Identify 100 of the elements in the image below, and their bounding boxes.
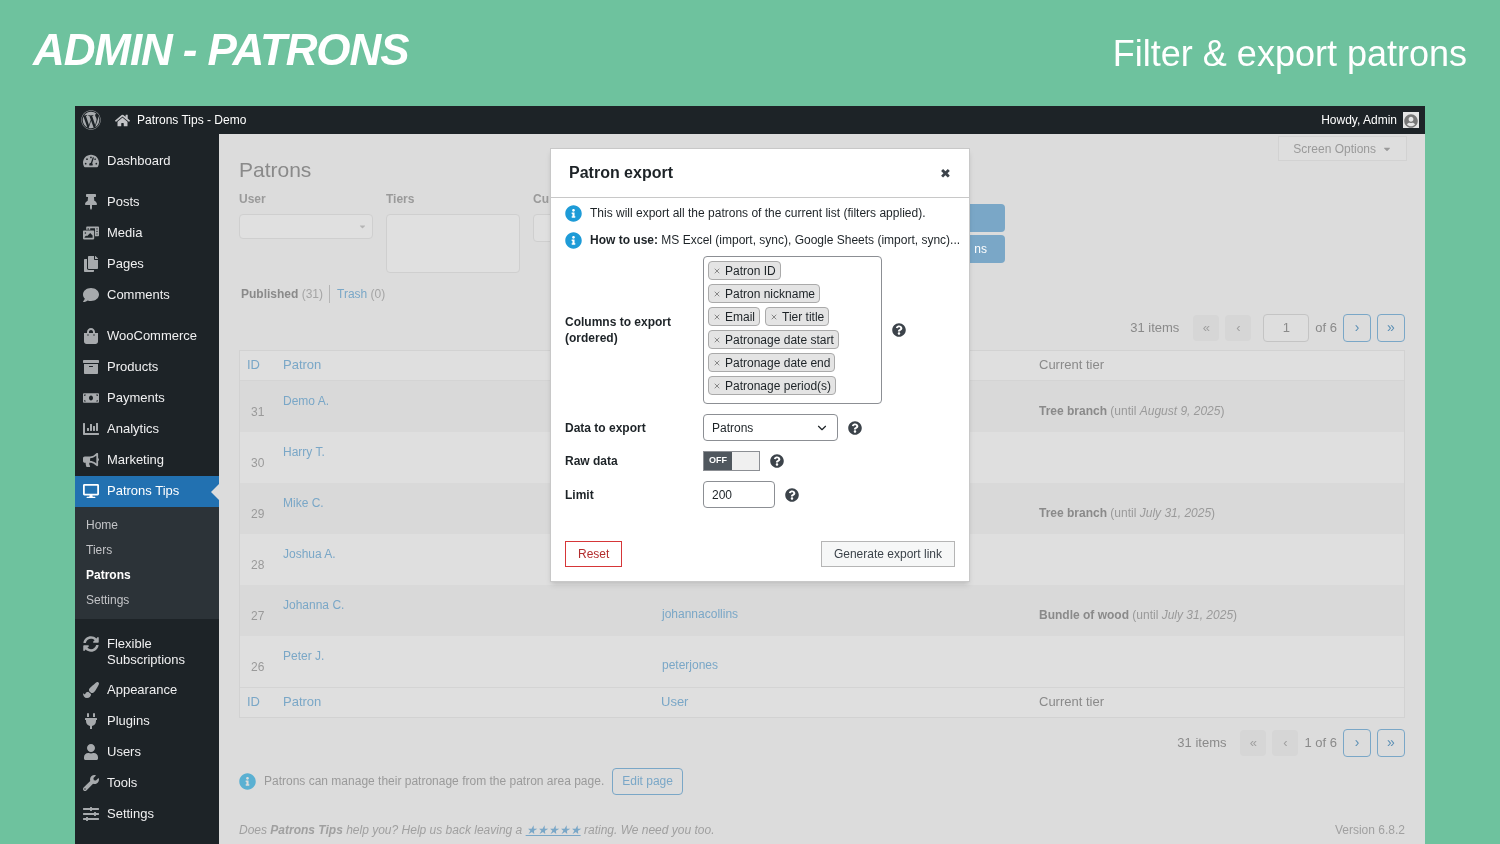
avatar[interactable]	[1403, 112, 1419, 128]
submenu-item[interactable]: Tiers	[75, 538, 219, 563]
sidebar-item[interactable]: Posts	[75, 187, 219, 218]
sidebar-item[interactable]: Comments	[75, 280, 219, 311]
remove-icon[interactable]	[713, 312, 721, 321]
info-icon	[565, 231, 582, 249]
table-cell-text: 27	[250, 607, 266, 625]
monitor-icon	[83, 483, 99, 499]
speech-bubble-icon	[83, 287, 99, 303]
version-text: Version 6.8.2	[1334, 822, 1405, 839]
banner-title: ADMIN - PATRONS	[33, 28, 409, 72]
box-icon	[83, 359, 99, 375]
field-label: Data to export	[565, 419, 647, 436]
generate-link-button[interactable]: Generate export link	[820, 541, 955, 567]
dialog-title: Patron export	[569, 163, 673, 183]
remove-icon[interactable]	[770, 312, 778, 321]
info-text: How to use: MS Excel (import, sync), Google Sheets (import, sync)...	[590, 232, 961, 249]
user-icon	[83, 744, 99, 760]
table-cell: Bundle of wood (until July 31, 2025)	[1039, 607, 1238, 622]
banner-subtitle: Filter & export patrons	[1112, 32, 1467, 72]
sidebar-item[interactable]: Plugins	[75, 706, 219, 737]
sidebar-item[interactable]: WooCommerce	[75, 321, 219, 352]
wrench-icon	[83, 775, 99, 791]
raw-data-toggle[interactable]: OFF	[703, 451, 760, 471]
sidebar-item[interactable]: Settings	[75, 799, 219, 830]
item-count: 31 items	[1130, 318, 1180, 337]
plug-icon	[83, 713, 99, 729]
page-total: of 6	[1315, 318, 1337, 337]
page-indicator: 1 of 6	[1304, 733, 1337, 752]
info-text: This will export all the patrons of the current list (filters applied).	[590, 205, 926, 222]
media-icon	[83, 225, 99, 241]
table-cell: Tree branch (until August 9, 2025)	[1039, 403, 1225, 418]
sidebar-item[interactable]: Flexible Subscriptions	[75, 629, 219, 675]
table-cell-text: 31	[250, 403, 266, 421]
info-icon	[565, 204, 582, 222]
brush-icon	[83, 682, 99, 698]
sidebar-item[interactable]: Appearance	[75, 675, 219, 706]
sliders-icon	[83, 806, 99, 822]
column-tag[interactable]: Tier title	[765, 307, 830, 326]
sidebar-item[interactable]: Media	[75, 218, 219, 249]
sidebar-item[interactable]: Patrons Tips	[75, 476, 219, 507]
home-icon[interactable]	[115, 112, 130, 128]
submenu-item[interactable]: Home	[75, 513, 219, 538]
sidebar-item[interactable]: Marketing	[75, 445, 219, 476]
filter-label: Tiers	[386, 190, 416, 208]
table-cell: Tree branch (until July 31, 2025)	[1039, 505, 1216, 520]
filter-label: Cu	[533, 190, 550, 208]
field-label: Limit	[565, 486, 595, 503]
help-icon[interactable]	[770, 454, 784, 468]
bag-icon	[83, 328, 99, 344]
page-title: Patrons	[239, 157, 312, 183]
column-tag[interactable]: Patronage date end	[708, 353, 836, 372]
site-name-link[interactable]: Patrons Tips - Demo	[137, 111, 247, 129]
footer-text: Does Patrons Tips help you? Help us back leaving a ★★★★★ rating. We need you too.	[239, 822, 715, 839]
remove-icon[interactable]	[713, 358, 721, 367]
columns-field[interactable]: Patron ID Patron nickname Email Tier title Patronage date start Patronage date end Patronage period(s)	[703, 256, 882, 404]
remove-icon[interactable]	[713, 266, 721, 275]
sync-icon	[83, 636, 99, 652]
gauge-icon	[83, 153, 99, 169]
table-cell-text: 28	[250, 556, 266, 574]
sidebar-item[interactable]: Analytics	[75, 414, 219, 445]
sidebar-item[interactable]: Dashboard	[75, 146, 219, 177]
data-select[interactable]: Patrons	[703, 414, 838, 441]
submenu-item[interactable]: Settings	[75, 588, 219, 613]
info-icon	[239, 772, 256, 790]
notice-text: Patrons can manage their patronage from the patron area page.	[264, 773, 605, 790]
remove-icon[interactable]	[713, 335, 721, 344]
column-tag[interactable]: Email	[708, 307, 760, 326]
item-count: 31 items	[1177, 733, 1227, 752]
sidebar-item[interactable]: Users	[75, 737, 219, 768]
help-icon[interactable]	[848, 420, 862, 435]
table-cell-text: 29	[250, 505, 266, 523]
pin-icon	[83, 194, 99, 210]
sidebar-item[interactable]: Payments	[75, 383, 219, 414]
limit-input[interactable]: 200	[703, 481, 775, 508]
banknote-icon	[83, 390, 99, 406]
sidebar-item[interactable]: Pages	[75, 249, 219, 280]
reset-button[interactable]: Reset	[565, 541, 623, 567]
close-button[interactable]: ✖	[940, 166, 951, 180]
filter-label: User	[239, 190, 267, 208]
wordpress-logo-icon[interactable]	[81, 110, 101, 130]
help-icon[interactable]	[892, 323, 906, 337]
greeting-link[interactable]: Howdy, Admin	[1321, 111, 1397, 129]
table-cell-text: 26	[250, 658, 266, 676]
column-tag[interactable]: Patron ID	[708, 261, 781, 280]
sidebar-item[interactable]: Products	[75, 352, 219, 383]
bar-chart-icon	[83, 421, 99, 437]
column-header: Current tier	[1039, 693, 1106, 712]
submenu-item[interactable]: Patrons	[75, 563, 219, 588]
remove-icon[interactable]	[713, 381, 721, 390]
sidebar-item[interactable]: Tools	[75, 768, 219, 799]
megaphone-icon	[83, 452, 99, 468]
column-tag[interactable]: Patronage date start	[708, 330, 839, 349]
column-tag[interactable]: Patron nickname	[708, 284, 821, 303]
pages-icon	[83, 256, 99, 272]
column-header: Current tier	[1039, 356, 1106, 375]
column-tag[interactable]: Patronage period(s)	[708, 376, 837, 395]
remove-icon[interactable]	[713, 289, 721, 298]
help-icon[interactable]	[785, 487, 799, 502]
field-label: Columns to export (ordered)	[565, 314, 672, 346]
